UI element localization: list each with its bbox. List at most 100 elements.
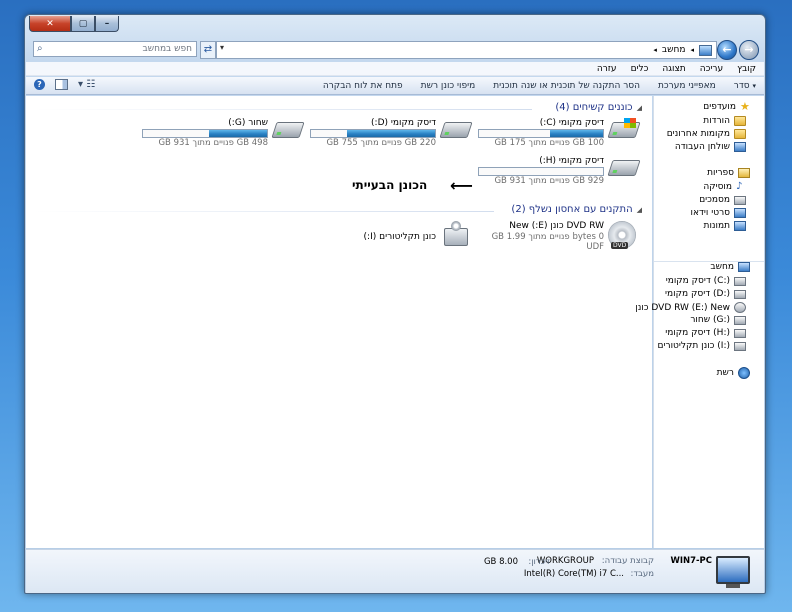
- organize-button[interactable]: סדר ▾: [734, 81, 756, 91]
- network-icon: [738, 367, 750, 379]
- back-button[interactable]: ←: [717, 40, 737, 60]
- nav-drive-g[interactable]: שחור (G:): [690, 315, 746, 325]
- nav-label: מועדפים: [703, 102, 736, 112]
- nav-label: מסמכים: [699, 195, 730, 205]
- change-view-icon[interactable]: ▾ ☷: [78, 79, 95, 90]
- help-icon[interactable]: ?: [34, 79, 45, 90]
- close-button[interactable]: ✕: [29, 16, 71, 32]
- group-header-removable[interactable]: ◢ התקנים עם אחסון נשלף (2): [511, 204, 642, 215]
- nav-drive-e[interactable]: כונן DVD RW (E:) New: [635, 302, 746, 313]
- nav-desktop[interactable]: שולחן העבודה: [675, 142, 746, 152]
- star-icon: ★: [740, 100, 750, 113]
- dvd-badge: DVD: [611, 242, 629, 249]
- hard-drive-icon: [734, 289, 746, 299]
- command-bar: סדר ▾ מאפייני מערכת הסר התקנה של תוכנית …: [26, 77, 764, 95]
- nav-label: דיסק מקומי (H:): [665, 328, 730, 338]
- nav-label: דיסק מקומי (D:): [665, 289, 730, 299]
- minimize-button[interactable]: –: [95, 16, 119, 32]
- drive-name: DVD RW כונן (E:) New: [509, 221, 604, 231]
- documents-icon: [734, 195, 746, 205]
- menu-file[interactable]: קובץ: [737, 64, 756, 74]
- menu-bar: קובץ עריכה תצוגה כלים עזרה: [26, 62, 764, 76]
- nav-label: שחור (G:): [690, 315, 730, 325]
- group-header-hdd[interactable]: ◢ כוננים קשיחים (4): [555, 102, 642, 113]
- preview-pane-icon[interactable]: [55, 79, 68, 90]
- music-icon: ♪: [736, 181, 743, 192]
- workgroup-label: קבוצת עבודה:: [601, 556, 654, 566]
- drive-name: דיסק מקומי (H:): [539, 156, 604, 166]
- nav-pictures[interactable]: תמונות: [704, 221, 746, 231]
- nav-drive-h[interactable]: דיסק מקומי (H:): [665, 328, 746, 338]
- nav-downloads[interactable]: הורדות: [703, 116, 746, 126]
- hard-drive-icon: [734, 315, 746, 325]
- maximize-button[interactable]: ▢: [71, 16, 95, 32]
- nav-computer[interactable]: מחשב: [710, 262, 750, 272]
- breadcrumb-chevron-root[interactable]: ◂: [690, 46, 694, 54]
- search-placeholder: חפש במחשב: [142, 44, 192, 54]
- uninstall-program-button[interactable]: הסר התקנה של תוכנית או שנה תוכנית: [493, 81, 640, 91]
- menu-help[interactable]: עזרה: [597, 64, 617, 74]
- annotation-problem-drive: הכונן הבעייתי: [352, 178, 428, 192]
- usage-fill: [346, 130, 435, 137]
- collapse-triangle-icon[interactable]: ◢: [637, 206, 642, 214]
- drive-filesystem: UDF: [586, 242, 604, 252]
- address-history-dropdown[interactable]: ▾: [220, 43, 224, 52]
- address-row: ⌕ חפש במחשב ⇄ ▾ ◂ מחשב ◂ ← →: [30, 40, 761, 60]
- chevron-down-icon: ▾: [752, 81, 756, 90]
- recent-places-icon: [734, 129, 746, 139]
- menu-tools[interactable]: כלים: [631, 64, 649, 74]
- search-input[interactable]: ⌕ חפש במחשב: [33, 41, 197, 57]
- usage-fill: [208, 130, 267, 137]
- nav-favorites[interactable]: ★ מועדפים: [703, 100, 750, 113]
- usage-bar: [142, 129, 268, 138]
- nav-label: כונן DVD RW (E:) New: [635, 302, 730, 313]
- drive-c[interactable]: דיסק מקומי (C:) 100 GB פנויים מתוך 175 G…: [478, 118, 641, 156]
- map-network-drive-button[interactable]: מיפוי כונן רשת: [421, 81, 476, 91]
- breadcrumb-computer[interactable]: מחשב: [662, 45, 686, 55]
- nav-drive-d[interactable]: דיסק מקומי (D:): [665, 289, 746, 299]
- drive-free-space: 498 GB פנויים מתוך 931 GB: [158, 138, 268, 148]
- nav-label: מוסיקה: [703, 182, 732, 192]
- menu-edit[interactable]: עריכה: [700, 64, 723, 74]
- nav-drive-c[interactable]: דיסק מקומי (C:): [666, 276, 746, 286]
- drive-h[interactable]: דיסק מקומי (H:) 929 GB פנויים מתוך 931 G…: [478, 156, 641, 194]
- nav-label: כונן תקליטורים (I:): [657, 341, 731, 351]
- group-divider: [34, 109, 532, 110]
- drive-free-space: 100 GB פנויים מתוך 175 GB: [494, 138, 604, 148]
- drive-name: דיסק מקומי (C:): [539, 118, 604, 128]
- processor-value: Intel(R) Core(TM) i7 C...: [523, 569, 624, 579]
- organize-label: סדר: [733, 80, 750, 91]
- hard-drive-icon: [734, 276, 746, 286]
- drive-d[interactable]: דיסק מקומי (D:) 220 GB פנויים מתוך 755 G…: [310, 118, 473, 156]
- drive-free-space: 0 bytes פנויים מתוך 1.99 GB: [491, 232, 604, 242]
- nav-music[interactable]: ♪ מוסיקה: [703, 181, 746, 193]
- cd-drive-icon: [734, 341, 746, 351]
- search-icon: ⌕: [37, 43, 43, 54]
- nav-drive-i[interactable]: כונן תקליטורים (I:): [657, 341, 746, 351]
- breadcrumb-chevron[interactable]: ◂: [653, 46, 657, 54]
- nav-documents[interactable]: מסמכים: [699, 195, 746, 205]
- drive-i-cd[interactable]: כונן תקליטורים (I:): [310, 221, 470, 254]
- nav-libraries[interactable]: ספריות: [707, 168, 750, 178]
- nav-network[interactable]: רשת: [717, 367, 750, 379]
- nav-label: תמונות: [703, 221, 730, 231]
- menu-view[interactable]: תצוגה: [662, 64, 685, 74]
- processor-label: מעבד:: [630, 569, 654, 579]
- refresh-button[interactable]: ⇄: [200, 41, 216, 59]
- nav-recent[interactable]: מקומות אחרונים: [667, 129, 746, 139]
- system-properties-button[interactable]: מאפייני מערכת: [658, 81, 716, 91]
- hard-drive-icon: [439, 122, 473, 138]
- nav-videos[interactable]: סרטי וידאו: [691, 208, 746, 218]
- drive-g[interactable]: שחור (G:) 498 GB פנויים מתוך 931 GB: [142, 118, 305, 156]
- forward-button[interactable]: →: [739, 40, 759, 60]
- videos-icon: [734, 208, 746, 218]
- explorer-window: ✕ ▢ – ⌕ חפש במחשב ⇄ ▾ ◂ מחשב ◂ ← → קובץ …: [24, 14, 766, 594]
- hard-drive-icon: [607, 160, 641, 176]
- nav-label: מקומות אחרונים: [666, 129, 730, 139]
- windows-logo-icon: [624, 118, 636, 128]
- arrow-left-icon: ⟵: [450, 176, 473, 195]
- drive-e-dvd[interactable]: DVD DVD RW כונן (E:) New 0 bytes פנויים …: [478, 221, 638, 255]
- address-bar[interactable]: ▾ ◂ מחשב ◂: [216, 41, 717, 59]
- open-control-panel-button[interactable]: פתח את לוח הבקרה: [323, 81, 403, 91]
- collapse-triangle-icon[interactable]: ◢: [637, 104, 642, 112]
